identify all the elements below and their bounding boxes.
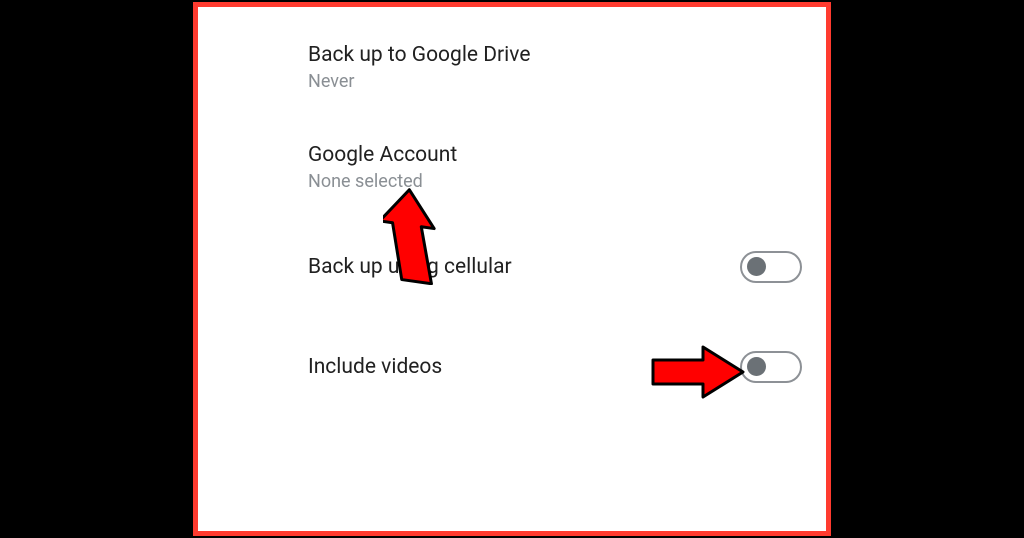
google-account-row[interactable]: Google Account None selected [198,131,826,203]
backup-google-drive-label: Back up to Google Drive [308,43,530,67]
include-videos-row: Include videos [198,331,826,403]
google-account-label: Google Account [308,143,457,167]
backup-cellular-toggle[interactable] [740,251,802,283]
include-videos-text: Include videos [308,355,442,379]
backup-google-drive-value: Never [308,71,530,92]
include-videos-toggle[interactable] [740,351,802,383]
settings-panel: Back up to Google Drive Never Google Acc… [193,2,831,536]
backup-cellular-text: Back up using cellular [308,255,512,279]
google-account-text: Google Account None selected [308,143,457,192]
google-account-value: None selected [308,171,457,192]
backup-google-drive-text: Back up to Google Drive Never [308,43,530,92]
backup-cellular-row: Back up using cellular [198,231,826,303]
backup-google-drive-row[interactable]: Back up to Google Drive Never [198,31,826,103]
include-videos-label: Include videos [308,355,442,379]
backup-cellular-label: Back up using cellular [308,255,512,279]
